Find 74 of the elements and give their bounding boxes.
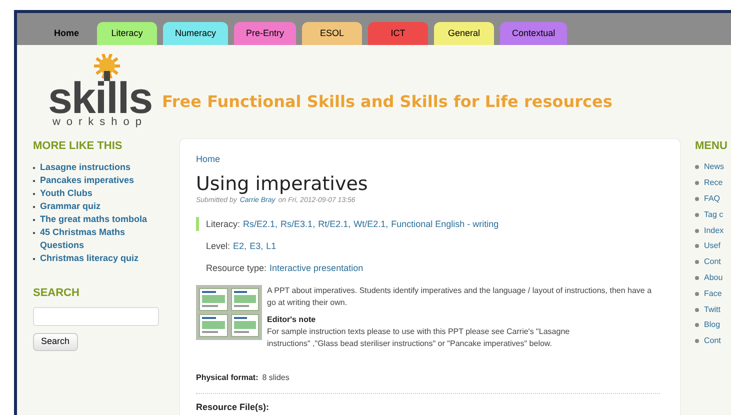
breadcrumb-link[interactable]: Home bbox=[196, 153, 220, 166]
menu-link[interactable]: Face bbox=[704, 288, 722, 300]
nav-tab[interactable]: ICT bbox=[368, 22, 428, 45]
menu-link[interactable]: Blog bbox=[704, 319, 720, 332]
search-button[interactable]: Search bbox=[33, 333, 78, 351]
nav-tab[interactable]: Contextual bbox=[500, 22, 568, 45]
taxonomy-link[interactable]: E3 bbox=[250, 239, 261, 253]
sidebar-heading: MENU bbox=[695, 139, 728, 154]
menu-link[interactable]: Tag c bbox=[704, 208, 724, 221]
lightbulb-sun-icon bbox=[92, 54, 122, 82]
editors-note-text: For sample instruction texts please to use with this PPT please see Carrie's "Lasagne instructions" ,"Glass bead steriliser instructions" or "Pancake imperatives" below. bbox=[267, 326, 571, 350]
separator-comma: , bbox=[275, 218, 278, 231]
field-label: Resource type: bbox=[206, 262, 267, 275]
bullet-icon bbox=[695, 244, 699, 248]
logo-wordmark: skills bbox=[48, 82, 152, 116]
related-resource-link[interactable]: Youth Clubs bbox=[40, 186, 158, 200]
nav-tab[interactable]: General bbox=[434, 22, 494, 45]
related-resource-link[interactable]: Grammar quiz bbox=[40, 200, 158, 212]
bullet-icon bbox=[695, 308, 699, 312]
bullet-icon bbox=[695, 165, 699, 170]
menu-link[interactable]: Twitt bbox=[704, 304, 720, 316]
editors-note-heading: Editor's note bbox=[267, 314, 317, 326]
taxonomy-link[interactable]: Rs/E2.1 bbox=[243, 217, 276, 231]
bullet-icon bbox=[695, 212, 699, 217]
nav-tab[interactable]: Literacy bbox=[97, 22, 158, 45]
menu-link[interactable]: News bbox=[704, 161, 724, 174]
field-value: 8 slides bbox=[262, 372, 290, 384]
taxonomy-link[interactable]: L1 bbox=[266, 239, 276, 253]
bullet-icon bbox=[695, 339, 699, 344]
menu-link[interactable]: Abou bbox=[704, 272, 723, 284]
related-resource-link[interactable]: The great maths tombola bbox=[40, 212, 158, 226]
logo-subtitle: workshop bbox=[52, 116, 148, 128]
menu-link[interactable]: Rece bbox=[704, 177, 723, 190]
taxonomy-link[interactable]: Wt/E2.1 bbox=[354, 217, 386, 231]
separator-comma: , bbox=[386, 218, 388, 231]
bullet-icon bbox=[695, 196, 699, 201]
taxonomy-link[interactable]: Interactive presentation bbox=[270, 261, 364, 275]
nav-tab[interactable]: ESOL bbox=[302, 22, 362, 45]
bullet-icon bbox=[695, 292, 699, 296]
article-title: Using imperatives bbox=[196, 172, 369, 196]
bullet-icon bbox=[695, 323, 699, 328]
bullet-icon bbox=[695, 260, 699, 264]
related-resource-link[interactable]: Pancakes imperatives bbox=[40, 174, 158, 186]
field-label: Literacy: bbox=[206, 218, 240, 231]
menu-link[interactable]: Cont bbox=[704, 335, 721, 348]
bullet-icon bbox=[695, 181, 699, 186]
description-text: A PPT about imperatives. Students identify imperatives and the language / layout of instructions, then have a go at writing their own. bbox=[267, 285, 653, 309]
sidebar-heading: SEARCH bbox=[33, 286, 80, 300]
menu-link[interactable]: Cont bbox=[704, 256, 721, 268]
field-label: Physical format: bbox=[196, 372, 258, 384]
separator-comma: , bbox=[348, 218, 351, 231]
taxonomy-link[interactable]: Rt/E2.1 bbox=[318, 217, 348, 231]
search-field[interactable] bbox=[33, 307, 159, 326]
taxonomy-link[interactable]: Functional English - writing bbox=[391, 217, 499, 231]
related-resource-link[interactable]: Christmas literacy quiz bbox=[40, 252, 158, 264]
menu-link[interactable]: Usef bbox=[704, 240, 720, 252]
bullet-icon bbox=[695, 228, 699, 233]
bullet-icon bbox=[695, 276, 699, 280]
taxonomy-link[interactable]: Rs/E3.1 bbox=[280, 217, 313, 231]
related-resource-link[interactable]: Lasagne instructions bbox=[40, 160, 158, 174]
sidebar-heading: MORE LIKE THIS bbox=[33, 139, 124, 154]
separator-comma: , bbox=[244, 240, 247, 253]
site-tagline: Free Functional Skills and Skills for Life resources bbox=[162, 91, 612, 113]
section-heading: Resource File(s): bbox=[196, 401, 270, 414]
menu-link[interactable]: FAQ bbox=[704, 192, 720, 205]
menu-link[interactable]: Index bbox=[704, 224, 724, 237]
field-label: Level: bbox=[206, 240, 230, 253]
taxonomy-link[interactable]: E2 bbox=[233, 239, 244, 253]
nav-tab[interactable]: Pre-Entry bbox=[234, 22, 296, 45]
related-resource-link[interactable]: 45 Christmas Maths Questions bbox=[40, 226, 158, 252]
separator-comma: , bbox=[312, 218, 316, 231]
slides-thumbnail-drawing bbox=[196, 285, 262, 340]
separator-comma: , bbox=[260, 240, 264, 253]
nav-tab[interactable]: Numeracy bbox=[163, 22, 228, 45]
